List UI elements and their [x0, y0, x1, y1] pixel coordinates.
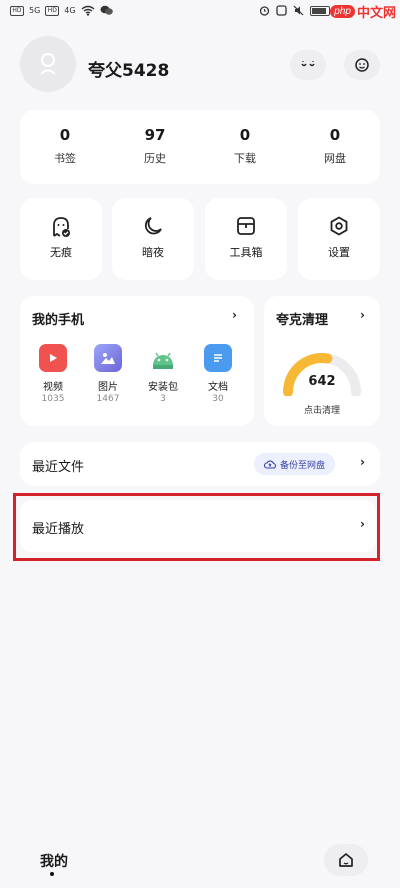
home-button[interactable] — [324, 844, 368, 876]
signal-text-2: 4G — [64, 6, 76, 15]
wifi-icon — [81, 5, 95, 16]
chevron-right-icon: › — [360, 308, 365, 322]
app-packages[interactable]: 安装包 3 — [138, 344, 188, 404]
cleaner-card[interactable]: 夸克清理 › 642 点击清理 — [264, 296, 380, 426]
bottom-nav: 我的 — [0, 836, 400, 888]
alarm-icon — [259, 6, 270, 16]
app-count: 3 — [160, 394, 166, 404]
profile-header: 夸父5428 — [20, 36, 380, 96]
active-indicator — [50, 872, 54, 876]
chevron-right-icon: › — [360, 455, 365, 469]
stat-label: 网盘 — [324, 152, 346, 165]
highlight-box — [13, 493, 380, 561]
moon-icon — [144, 217, 162, 235]
settings-icon — [330, 216, 348, 236]
eyes-icon — [301, 61, 315, 67]
signal-text-1: 5G — [29, 6, 41, 15]
mute-icon — [293, 5, 304, 16]
app-count: 1467 — [96, 394, 120, 404]
stat-value: 0 — [239, 126, 251, 144]
member-button[interactable] — [290, 50, 326, 80]
stat-bookmarks[interactable]: 0 书签 — [20, 126, 110, 166]
video-icon — [39, 344, 67, 372]
stat-value: 0 — [59, 126, 71, 144]
cloud-upload-icon — [264, 460, 276, 469]
avatar[interactable] — [20, 36, 76, 92]
tool-label: 工具箱 — [229, 246, 263, 259]
document-icon — [204, 344, 232, 372]
cleaner-action[interactable]: 点击清理 — [264, 403, 380, 416]
stat-value: 0 — [329, 126, 341, 144]
tool-label: 设置 — [328, 246, 350, 259]
user-icon — [40, 53, 56, 75]
app-documents[interactable]: 文档 30 — [193, 344, 243, 404]
sim-badge-2: HD — [45, 5, 60, 16]
status-bar: HD 5G HD 4G php 中文网 — [0, 0, 400, 26]
wechat-icon — [100, 5, 113, 15]
tool-label: 暗夜 — [142, 246, 164, 259]
stat-cloud-drive[interactable]: 0 网盘 — [290, 126, 380, 166]
my-phone-card[interactable]: 我的手机 › 视频 1035 图片 1467 安装包 3 文档 30 — [20, 296, 254, 426]
toolbox-icon — [237, 217, 255, 235]
app-count: 1035 — [41, 394, 65, 404]
message-button[interactable] — [344, 50, 380, 80]
tool-toolbox[interactable]: 工具箱 — [205, 198, 287, 280]
android-icon — [149, 344, 177, 372]
app-name: 安装包 — [148, 382, 178, 393]
tool-label: 无痕 — [50, 246, 72, 259]
backup-to-cloud-button[interactable]: 备份至网盘 — [254, 453, 336, 475]
stat-value: 97 — [144, 126, 166, 144]
stats-card: 0 书签 97 历史 0 下载 0 网盘 — [20, 110, 380, 184]
cleaner-value: 642 — [308, 374, 336, 389]
my-phone-title: 我的手机 — [32, 313, 85, 328]
stat-history[interactable]: 97 历史 — [110, 126, 200, 166]
sim-badge-1: HD — [10, 5, 24, 16]
app-count: 30 — [212, 394, 224, 404]
app-name: 文档 — [208, 382, 228, 393]
smile-chat-icon — [355, 58, 369, 72]
watermark-logo: php — [330, 5, 355, 18]
image-icon — [94, 344, 122, 372]
tool-settings[interactable]: 设置 — [298, 198, 380, 280]
stat-downloads[interactable]: 0 下载 — [200, 126, 290, 166]
stat-label: 书签 — [54, 152, 76, 165]
app-videos[interactable]: 视频 1035 — [28, 344, 78, 404]
ghost-icon — [53, 217, 70, 237]
nfc-icon — [276, 5, 287, 16]
app-name: 视频 — [43, 382, 63, 393]
tool-incognito[interactable]: 无痕 — [20, 198, 102, 280]
status-left: HD 5G HD 4G — [10, 5, 113, 16]
chevron-right-icon: › — [232, 308, 237, 322]
status-right — [259, 5, 330, 16]
cleaner-title: 夸克清理 — [276, 313, 329, 328]
nav-tab-mine[interactable]: 我的 — [40, 851, 68, 871]
watermark: php 中文网 — [330, 2, 396, 21]
username[interactable]: 夸父5428 — [88, 56, 169, 81]
watermark-text: 中文网 — [356, 6, 396, 21]
stat-label: 历史 — [144, 152, 166, 165]
app-name: 图片 — [98, 382, 118, 393]
recent-files-row[interactable]: 最近文件 备份至网盘 › — [20, 442, 380, 486]
battery-icon — [310, 5, 330, 16]
app-images[interactable]: 图片 1467 — [83, 344, 133, 404]
stat-label: 下载 — [234, 152, 256, 165]
recent-files-label: 最近文件 — [32, 460, 85, 475]
home-icon — [339, 853, 353, 867]
tool-dark-mode[interactable]: 暗夜 — [112, 198, 194, 280]
backup-label: 备份至网盘 — [280, 460, 326, 471]
